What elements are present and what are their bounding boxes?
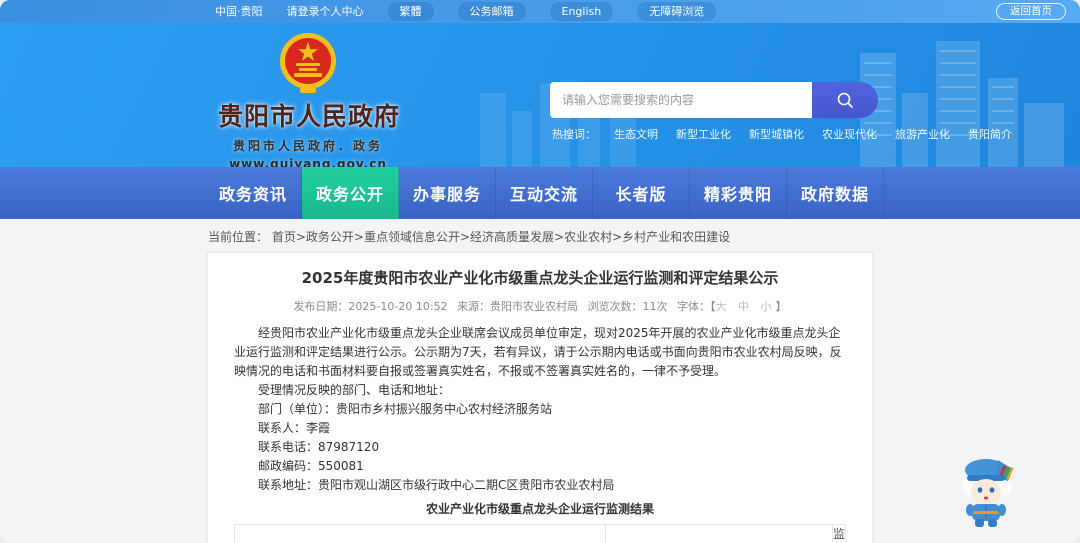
mascot-icon	[962, 459, 1014, 527]
hot-search-word[interactable]: 旅游产业化	[895, 126, 950, 142]
hot-search-label: 热搜词：	[552, 128, 596, 141]
site-logo[interactable]: 贵阳市人民政府 贵阳市人民政府．政务 www.guiyang.gov.cn	[218, 31, 401, 167]
site-header: 贵阳市人民政府 贵阳市人民政府．政务 www.guiyang.gov.cn 热搜…	[0, 23, 1080, 167]
article-paragraph: 受理情况反映的部门、电话和地址：	[258, 383, 451, 397]
publish-date: 发布日期：2025-10-20 10:52	[293, 300, 448, 313]
hot-search-word[interactable]: 新型工业化	[676, 126, 731, 142]
topbar-link[interactable]: 公务邮箱	[457, 2, 526, 21]
search-input[interactable]	[550, 82, 812, 118]
hot-search-word[interactable]: 生态文明	[614, 126, 658, 142]
result-table-title: 农业产业化市级重点龙头企业运行监测结果	[425, 502, 654, 516]
font-size-controls[interactable]: 大 中 小	[716, 300, 776, 313]
nav-item[interactable]: 政府数据	[787, 167, 884, 219]
result-table-header-cell: 企业名称	[604, 524, 833, 543]
topbar-link[interactable]: 请登录个人中心	[287, 3, 364, 20]
search-icon	[837, 92, 853, 108]
article-card: 2025年度贵阳市农业产业化市级重点龙头企业运行监测和评定结果公示 发布日期：2…	[207, 252, 873, 543]
main-nav: 政务资讯 政务公开 办事服务 互动交流 长者版 精彩贵阳 政府数据	[0, 167, 1080, 219]
nav-item[interactable]: 精彩贵阳	[690, 167, 787, 219]
back-home-button[interactable]: 返回首页	[996, 3, 1066, 20]
nav-item[interactable]: 互动交流	[496, 167, 593, 219]
search-button[interactable]	[812, 82, 878, 118]
article-paragraph: 联系电话：87987120	[258, 440, 380, 454]
hot-search-word[interactable]: 贵阳简介	[968, 126, 1012, 142]
result-table-header-cell: 序号	[234, 524, 606, 543]
topbar-link[interactable]: 无障碍浏览	[637, 2, 717, 21]
national-emblem-icon	[280, 33, 336, 93]
article-paragraph: 部门（单位）：贵阳市乡村振兴服务中心农村经济服务站	[258, 402, 553, 416]
hot-search-word[interactable]: 农业现代化	[822, 126, 877, 142]
breadcrumb-label: 当前位置：	[208, 230, 269, 244]
article-paragraph: 经贵阳市农业产业化市级重点龙头企业联席会议成员单位审定，现对2025年开展的农业…	[234, 326, 842, 378]
hot-search-row: 热搜词： 生态文明 新型工业化 新型城镇化 农业现代化 旅游产业化 贵阳简介	[552, 126, 1012, 142]
topbar-link[interactable]: 中国·贵阳	[215, 3, 263, 20]
result-table: 序号企业名称监测结果 1 贵州合力超市采购有限公司 合格 2 贵州友禾种业有限公…	[234, 524, 847, 543]
nav-item[interactable]: 政务资讯	[205, 167, 302, 219]
hot-search-words: 生态文明 新型工业化 新型城镇化 农业现代化 旅游产业化 贵阳简介	[614, 126, 1012, 142]
result-table-header-cell: 监测结果	[831, 524, 847, 543]
site-url: www.guiyang.gov.cn	[229, 157, 387, 167]
topbar-links: 中国·贵阳 请登录个人中心 繁體 公务邮箱 English 无障碍浏览	[215, 2, 717, 21]
font-size-label: 字体：【	[677, 300, 716, 313]
font-size-label-close: 】	[775, 300, 787, 313]
article-meta: 发布日期：2025-10-20 10:52 来源：贵阳市农业农村局 浏览次数：1…	[234, 298, 846, 314]
source: 来源：贵阳市农业农村局	[457, 300, 579, 313]
site-subtitle: 贵阳市人民政府．政务	[232, 139, 383, 153]
nav-item[interactable]: 办事服务	[399, 167, 496, 219]
article-paragraph: 邮政编码：550081	[258, 459, 364, 473]
article-paragraph: 联系地址：贵阳市观山湖区市级行政中心二期C区贵阳市农业农村局	[258, 478, 615, 492]
content-area: 当前位置： 首页>政务公开>重点领域信息公开>经济高质量发展>农业农村>乡村产业…	[0, 219, 1080, 543]
article-title: 2025年度贵阳市农业产业化市级重点龙头企业运行监测和评定结果公示	[301, 269, 779, 287]
topbar-link[interactable]: 繁體	[387, 2, 434, 21]
hot-search-word[interactable]: 新型城镇化	[749, 126, 804, 142]
result-table-header-row: 序号企业名称监测结果	[234, 524, 847, 543]
top-utility-bar: 中国·贵阳 请登录个人中心 繁體 公务邮箱 English 无障碍浏览 返回首页	[0, 0, 1080, 23]
city-skyline-decoration	[480, 41, 1064, 167]
mascot-character[interactable]	[958, 453, 1016, 531]
nav-item[interactable]: 长者版	[593, 167, 690, 219]
page: 中国·贵阳 请登录个人中心 繁體 公务邮箱 English 无障碍浏览 返回首页	[0, 0, 1080, 543]
site-name: 贵阳市人民政府	[218, 102, 401, 131]
breadcrumb: 当前位置： 首页>政务公开>重点领域信息公开>经济高质量发展>农业农村>乡村产业…	[0, 219, 1080, 252]
breadcrumb-path[interactable]: 首页>政务公开>重点领域信息公开>经济高质量发展>农业农村>乡村产业和农田建设	[272, 230, 730, 244]
search-bar	[550, 82, 878, 118]
article-paragraph: 联系人：李霞	[258, 421, 331, 435]
topbar-link[interactable]: English	[549, 2, 614, 21]
nav-item[interactable]: 政务公开	[302, 167, 399, 219]
view-count: 浏览次数：11次	[587, 300, 668, 313]
article-body: 经贵阳市农业产业化市级重点龙头企业联席会议成员单位审定，现对2025年开展的农业…	[234, 324, 846, 495]
